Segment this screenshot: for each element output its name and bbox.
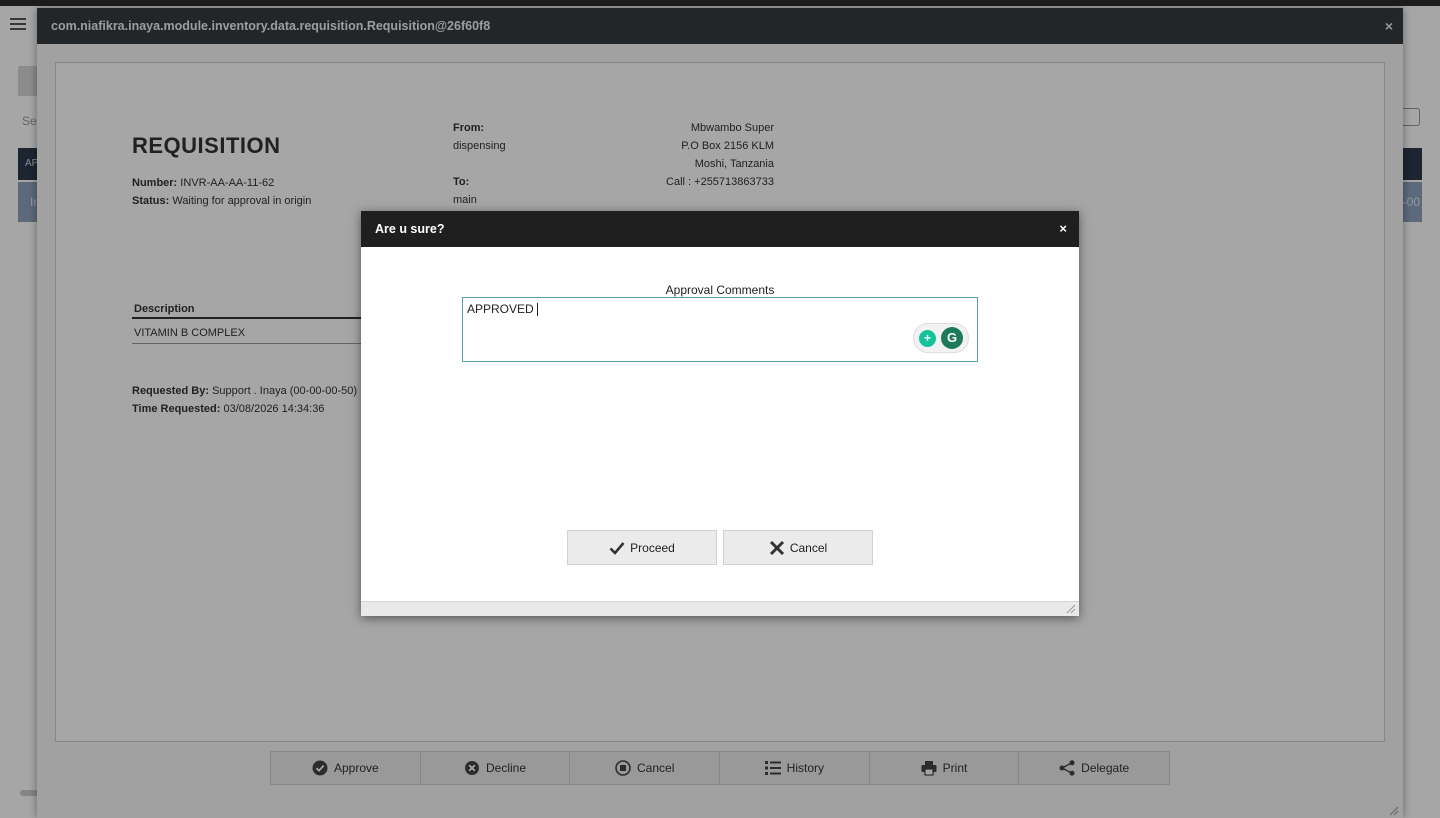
approval-comments-label: Approval Comments — [665, 283, 775, 297]
lightbulb-icon[interactable]: + — [919, 329, 936, 347]
cancel-button-label: Cancel — [789, 540, 828, 555]
proceed-label: Proceed — [630, 540, 675, 555]
dialog-close-icon[interactable]: × — [1059, 211, 1067, 247]
grammarly-icon[interactable]: G — [941, 327, 963, 349]
grammarly-widget[interactable]: + G — [913, 323, 969, 353]
dialog-title: Are u sure? — [375, 222, 445, 236]
checkmark-icon — [609, 541, 625, 555]
dialog-footer — [361, 601, 1079, 616]
approval-comments-field[interactable]: APPROVED + G — [462, 297, 978, 362]
resize-grip-icon[interactable] — [1066, 604, 1076, 614]
approval-comments-value: APPROVED — [467, 302, 534, 316]
cancel-button[interactable]: Cancel — [723, 530, 873, 565]
confirm-dialog: Are u sure? × Approval Comments APPROVED… — [361, 211, 1079, 616]
close-icon — [769, 540, 784, 555]
proceed-button[interactable]: Proceed — [567, 530, 717, 565]
dialog-titlebar[interactable]: Are u sure? × — [361, 211, 1079, 247]
approval-comments-text[interactable]: APPROVED — [467, 302, 538, 317]
text-caret — [536, 303, 538, 317]
